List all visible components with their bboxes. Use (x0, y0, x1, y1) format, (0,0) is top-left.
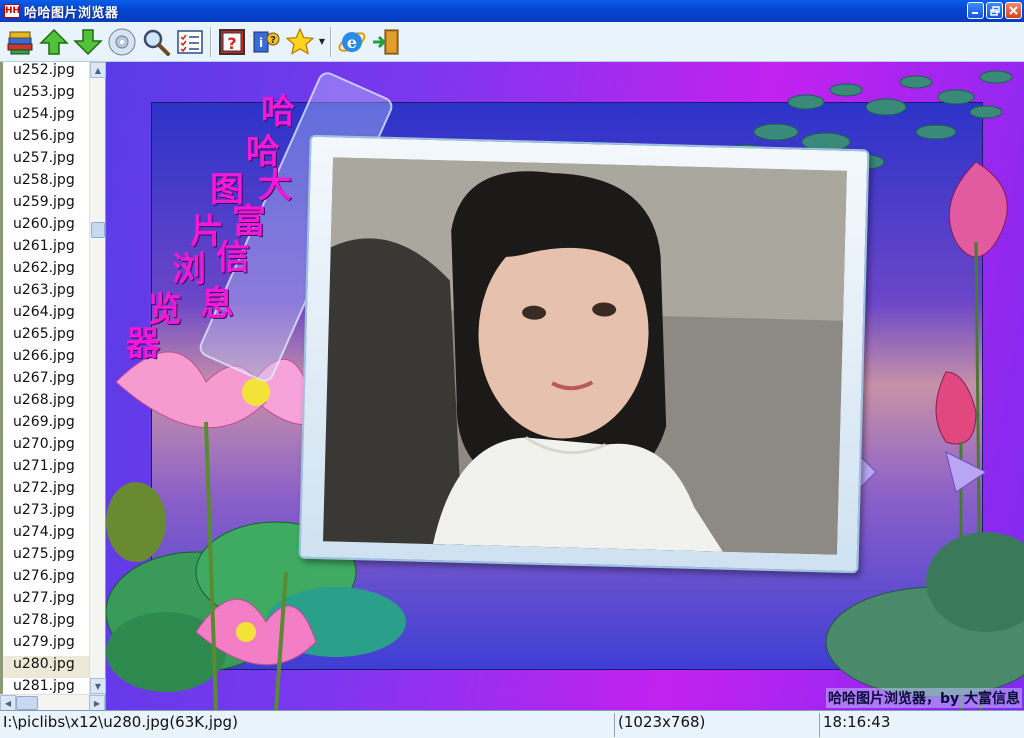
scroll-down-icon[interactable]: ▼ (90, 678, 106, 694)
list-item[interactable]: u257.jpg (0, 150, 89, 172)
list-item[interactable]: u266.jpg (0, 348, 89, 370)
window-controls (967, 2, 1022, 19)
banner-char: 器 (126, 324, 160, 364)
list-item[interactable]: u256.jpg (0, 128, 89, 150)
toolbar-separator-2 (330, 26, 332, 57)
status-time: 18:16:43 (823, 712, 891, 731)
svg-text:?: ? (227, 34, 236, 53)
list-item[interactable]: u271.jpg (0, 458, 89, 480)
image-viewer[interactable]: 哈 哈 大 图 富 片 信 浏 息 览 器 哈哈图片浏览器，by 大富信息 (106, 62, 1024, 710)
cd-disc-icon[interactable] (105, 25, 139, 59)
list-item[interactable]: u269.jpg (0, 414, 89, 436)
scroll-left-icon[interactable]: ◀ (0, 695, 16, 711)
app-logo-icon[interactable]: HH (4, 4, 20, 18)
window-title: 哈哈图片浏览器 (24, 5, 119, 21)
photo-image[interactable] (323, 157, 847, 555)
scroll-thumb[interactable] (91, 222, 105, 238)
list-item[interactable]: u274.jpg (0, 524, 89, 546)
list-item[interactable]: u276.jpg (0, 568, 89, 590)
internet-explorer-icon[interactable]: e (335, 25, 369, 59)
list-item[interactable]: u262.jpg (0, 260, 89, 282)
list-item[interactable]: u278.jpg (0, 612, 89, 634)
list-item-selected[interactable]: u280.jpg (0, 656, 89, 678)
list-item[interactable]: u264.jpg (0, 304, 89, 326)
favorite-star-icon[interactable] (283, 25, 317, 59)
list-item[interactable]: u268.jpg (0, 392, 89, 414)
banner-char: 信 (216, 238, 250, 278)
photo-frame (298, 134, 870, 574)
list-item[interactable]: u259.jpg (0, 194, 89, 216)
horizontal-scrollbar[interactable]: ◀ ▶ (0, 694, 105, 711)
maximize-button[interactable] (986, 2, 1003, 19)
list-item[interactable]: u275.jpg (0, 546, 89, 568)
list-item[interactable]: u270.jpg (0, 436, 89, 458)
favorites-dropdown-arrow[interactable]: ▼ (317, 25, 327, 59)
svg-text:i: i (259, 36, 263, 50)
minimize-button[interactable] (967, 2, 984, 19)
svg-text:e: e (347, 33, 357, 52)
status-file-path: I:\piclibs\x12\u280.jpg(63K,jpg) (0, 712, 615, 737)
checklist-icon[interactable] (173, 25, 207, 59)
arrow-up-icon[interactable] (37, 25, 71, 59)
list-item[interactable]: u277.jpg (0, 590, 89, 612)
toolbar: ? i? ▼ e (0, 22, 1024, 62)
list-item[interactable]: u252.jpg (0, 62, 89, 84)
list-item[interactable]: u281.jpg (0, 678, 89, 694)
credit-text: 哈哈图片浏览器，by 大富信息 (825, 688, 1022, 708)
list-item[interactable]: u258.jpg (0, 172, 89, 194)
arrow-down-icon[interactable] (71, 25, 105, 59)
list-item[interactable]: u263.jpg (0, 282, 89, 304)
magnifier-icon[interactable] (139, 25, 173, 59)
file-list-panel: u252.jpg u253.jpg u254.jpg u256.jpg u257… (0, 62, 106, 711)
svg-text:?: ? (270, 35, 276, 46)
list-item[interactable]: u253.jpg (0, 84, 89, 106)
vertical-scrollbar[interactable]: ▲ ▼ (89, 62, 106, 694)
scroll-right-icon[interactable]: ▶ (89, 695, 105, 711)
file-list: u252.jpg u253.jpg u254.jpg u256.jpg u257… (0, 62, 89, 694)
open-folder-books-icon[interactable] (3, 25, 37, 59)
list-item[interactable]: u279.jpg (0, 634, 89, 656)
status-bar: I:\piclibs\x12\u280.jpg(63K,jpg) (1023x7… (0, 710, 1024, 738)
status-dimensions: (1023x768) (615, 712, 820, 737)
list-item[interactable]: u260.jpg (0, 216, 89, 238)
help-question-icon[interactable]: ? (215, 25, 249, 59)
list-item[interactable]: u265.jpg (0, 326, 89, 348)
toolbar-separator (210, 26, 212, 57)
close-button[interactable] (1005, 2, 1022, 19)
list-item[interactable]: u272.jpg (0, 480, 89, 502)
hscroll-thumb[interactable] (16, 696, 38, 710)
list-item[interactable]: u273.jpg (0, 502, 89, 524)
list-item[interactable]: u267.jpg (0, 370, 89, 392)
scroll-up-icon[interactable]: ▲ (90, 62, 106, 78)
title-bar[interactable]: HH 哈哈图片浏览器 (0, 0, 1024, 22)
list-item[interactable]: u254.jpg (0, 106, 89, 128)
list-item[interactable]: u261.jpg (0, 238, 89, 260)
about-info-icon[interactable]: i? (249, 25, 283, 59)
exit-door-icon[interactable] (369, 25, 403, 59)
banner-char: 息 (200, 284, 234, 324)
